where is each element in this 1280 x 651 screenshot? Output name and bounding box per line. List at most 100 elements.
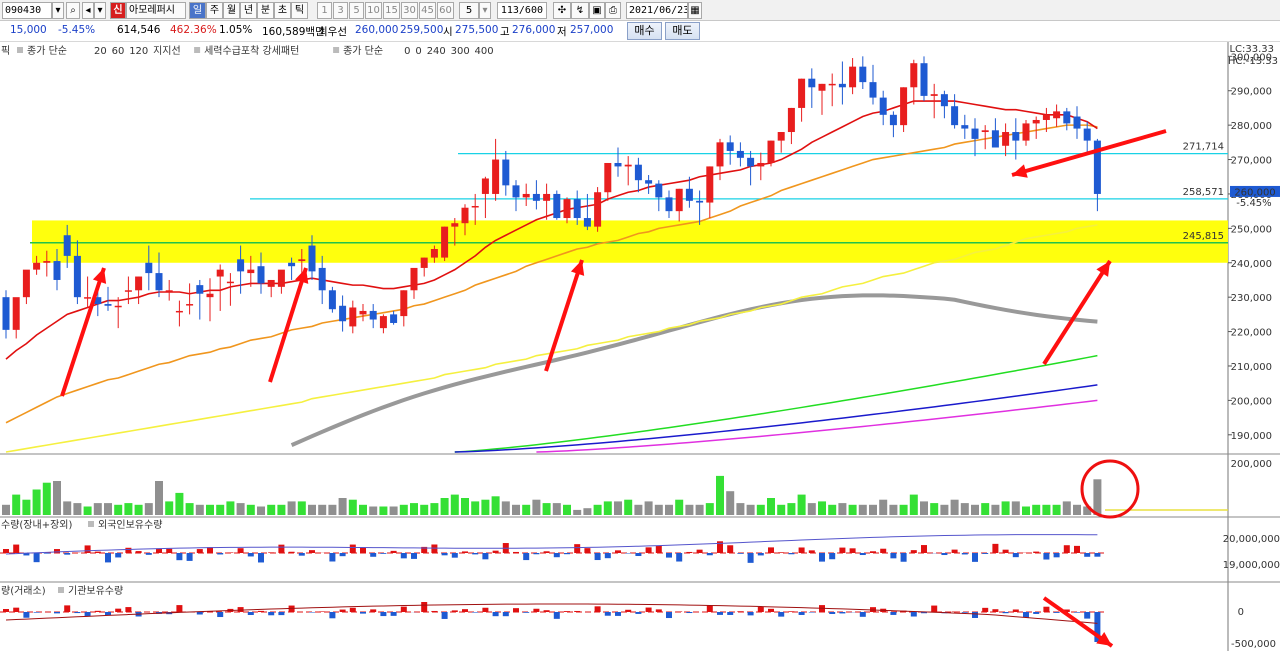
foreign-net-bar	[992, 543, 999, 553]
foreign-net-bar	[288, 551, 295, 553]
period-tab[interactable]: 년	[240, 2, 257, 19]
search-icon[interactable]: ⌕	[66, 2, 80, 19]
stock-chart[interactable]: 300,000290,000280,000270,000260,000250,0…	[0, 42, 1280, 651]
period-tab[interactable]: 분	[257, 2, 274, 19]
candle-body	[84, 297, 92, 299]
candle-body	[369, 310, 377, 320]
stock-code-input[interactable]: 090430	[2, 2, 52, 19]
candle-body	[471, 205, 479, 208]
buy-button[interactable]: 매수	[627, 22, 662, 40]
volume-bar	[124, 503, 133, 515]
candle-body	[226, 281, 234, 284]
foreign-net-bar	[921, 545, 927, 553]
candle-body	[879, 97, 887, 115]
candle-body	[339, 305, 347, 322]
volume-bar	[399, 504, 408, 515]
chart-tool-icon[interactable]: ↯	[571, 2, 589, 19]
foreign-net-bar	[1063, 545, 1070, 553]
volume-bar	[165, 501, 174, 515]
date-input[interactable]: 2021/06/23	[626, 2, 688, 19]
lc-label: LC:33.33	[1229, 44, 1274, 55]
candle-body	[135, 276, 143, 291]
interval-button[interactable]: 3	[333, 2, 348, 19]
current-price-label: 260,000	[1234, 187, 1275, 198]
institution-net-bar	[778, 612, 785, 617]
candle-body	[757, 162, 765, 167]
foreign-net-bar	[176, 553, 183, 561]
foreign-net-bar	[166, 548, 173, 553]
candle-body	[155, 273, 163, 291]
calendar-icon[interactable]: ▦	[688, 2, 702, 19]
volume-bar	[1011, 501, 1020, 515]
price-tick-label: 200,000	[1231, 396, 1272, 407]
code-dropdown-icon[interactable]: ▾	[52, 2, 64, 19]
period-tab[interactable]: 주	[206, 2, 223, 19]
institution-net-bar	[492, 612, 499, 617]
candle-body	[145, 262, 153, 274]
institution-net-bar	[349, 607, 356, 612]
period-tab[interactable]: 월	[223, 2, 240, 19]
period-tab[interactable]: 틱	[291, 2, 308, 19]
volume-bar	[858, 504, 867, 515]
interval-button[interactable]: 1	[317, 2, 332, 19]
period-tab[interactable]: 초	[274, 2, 291, 19]
stock-name[interactable]: 아모레퍼시	[126, 2, 186, 19]
volume-bar	[542, 503, 551, 515]
foreign-net-bar	[798, 547, 805, 553]
volume-bar	[807, 503, 816, 515]
candle-body	[73, 255, 81, 298]
interval-button[interactable]: 15	[383, 2, 400, 19]
chevron-down-icon[interactable]: ▾	[94, 2, 106, 19]
volume-bar	[899, 504, 908, 515]
volume-bar	[440, 498, 449, 515]
save-icon[interactable]: ▣	[589, 2, 605, 19]
period-tab[interactable]: 일	[189, 2, 206, 19]
candle-body	[420, 257, 428, 268]
interval-button[interactable]: 60	[437, 2, 454, 19]
foreign-net-bar	[431, 544, 438, 553]
volume-bar	[481, 499, 490, 515]
institution-net-bar	[625, 609, 632, 612]
candle-body	[502, 159, 510, 186]
institution-net-bar	[115, 608, 122, 612]
count-dropdown-icon[interactable]: ▾	[479, 2, 491, 19]
trade-amount: 160,589백만	[262, 26, 325, 38]
volume-bar	[195, 504, 204, 515]
interval-button[interactable]: 5	[349, 2, 364, 19]
foreign-net-bar	[360, 547, 366, 553]
interval-button[interactable]: 10	[365, 2, 382, 19]
candle-body	[1032, 119, 1040, 124]
candle-body	[492, 159, 500, 194]
candle-body	[991, 130, 999, 148]
count-input[interactable]: 5	[459, 2, 479, 19]
volume-bar	[797, 494, 806, 515]
foreign-net-bar	[370, 553, 377, 557]
volume-bar	[960, 503, 969, 515]
sound-icon[interactable]: ◂	[82, 2, 94, 19]
institution-net-bar	[972, 612, 978, 618]
print-icon[interactable]: ⎙	[605, 2, 621, 19]
best-bid-label: 최우선	[318, 26, 347, 38]
institution-net-bar	[553, 612, 560, 619]
institution-net-bar	[727, 612, 734, 615]
volume-bar	[1032, 504, 1041, 515]
volume-bar	[665, 504, 673, 515]
crosshair-icon[interactable]: ✣	[553, 2, 571, 19]
volume-bar	[216, 504, 225, 515]
foreign-net-bar	[523, 553, 530, 561]
volume-bar	[379, 506, 388, 515]
legend-sma-period: 60	[112, 46, 125, 57]
interval-button[interactable]: 30	[401, 2, 418, 19]
foreign-net-bar	[941, 553, 948, 556]
candle-body	[726, 142, 734, 151]
interval-button[interactable]: 45	[419, 2, 436, 19]
institution-net-bar	[717, 612, 723, 615]
candle-body	[328, 290, 336, 310]
foreign-net-bar	[125, 547, 132, 553]
volume-bar	[308, 504, 316, 515]
candle-body	[706, 166, 714, 203]
sell-button[interactable]: 매도	[665, 22, 700, 40]
candle-body	[481, 178, 489, 194]
volume-bar	[522, 504, 531, 515]
page-counter[interactable]: 113/600	[497, 2, 547, 19]
